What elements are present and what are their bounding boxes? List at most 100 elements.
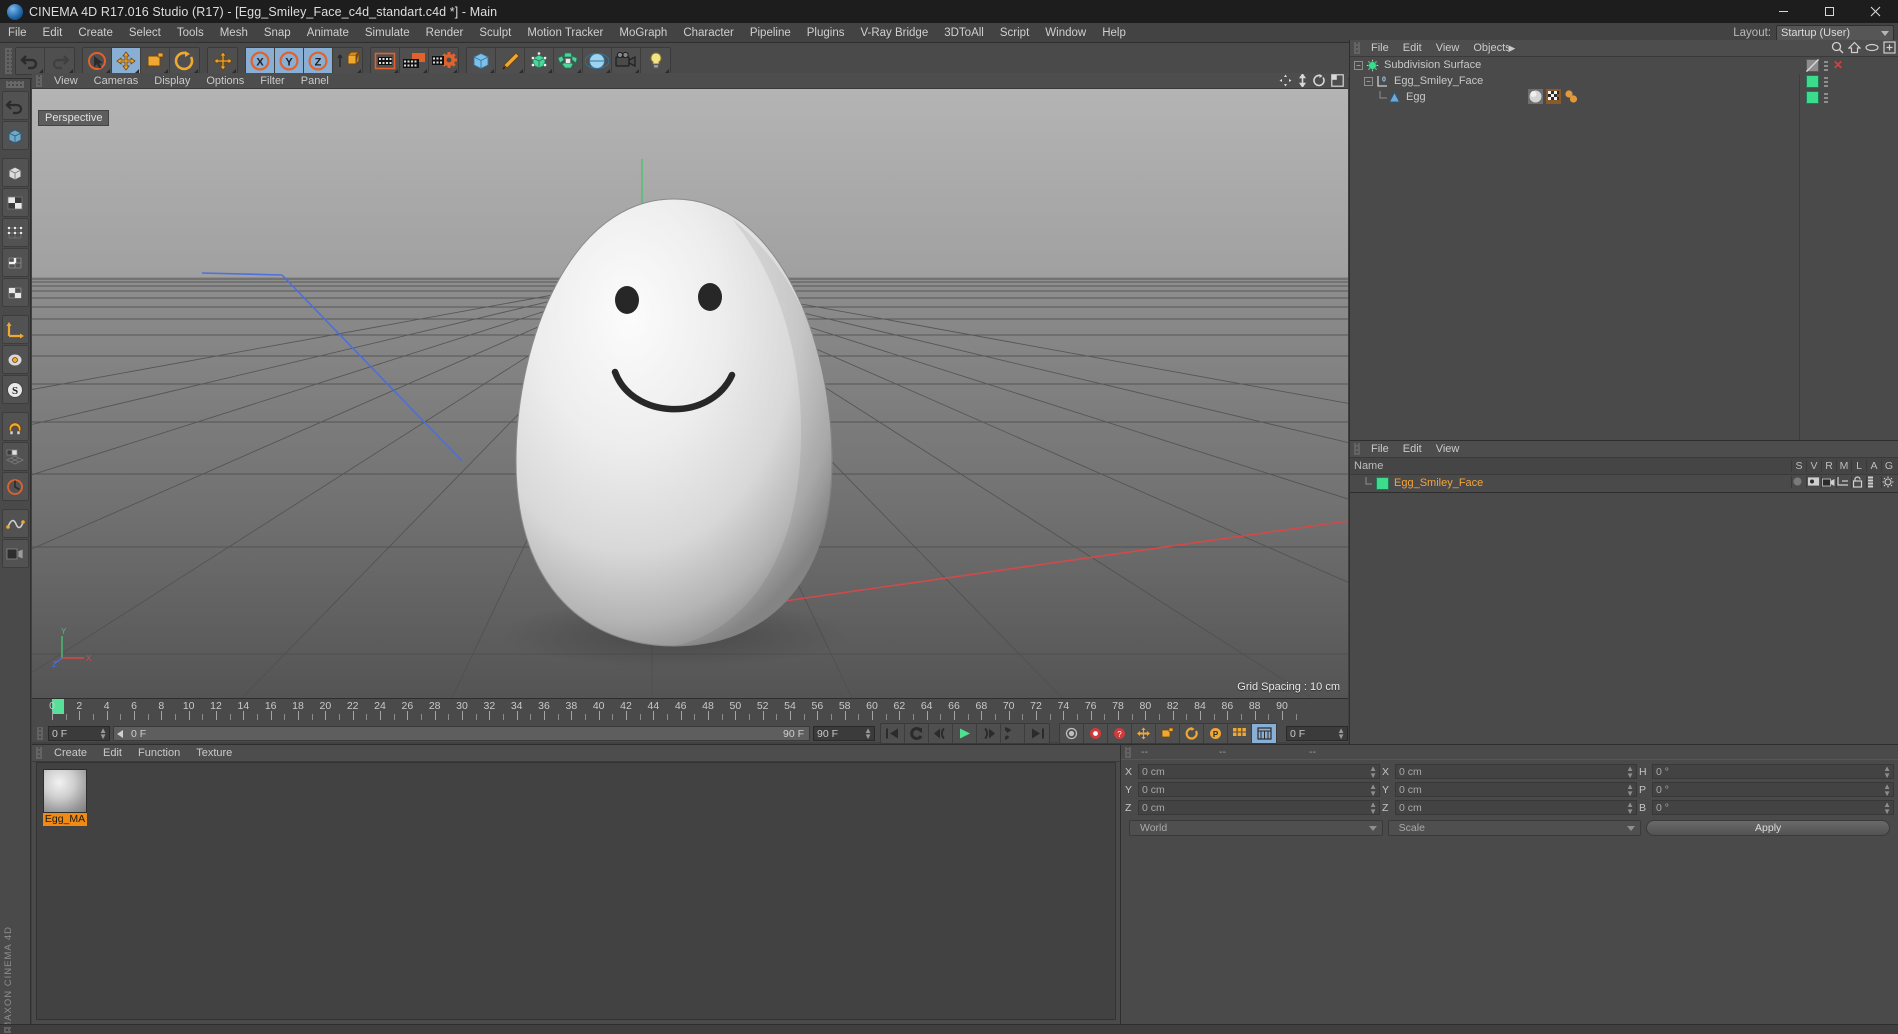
material-menu-texture[interactable]: Texture [188,745,240,762]
viewport-menu-display[interactable]: Display [146,73,198,89]
menu-sculpt[interactable]: Sculpt [471,23,519,43]
menu-pipeline[interactable]: Pipeline [742,23,799,43]
rotation-key-button[interactable] [1180,724,1204,743]
viewport-menu-panel[interactable]: Panel [293,73,337,89]
enable-axis-button[interactable]: S [1,375,29,404]
coordinate-mode-select[interactable]: Scale [1387,820,1642,836]
add-generator-button[interactable] [525,47,554,74]
menu-tools[interactable]: Tools [169,23,212,43]
rotate-tool[interactable] [170,48,199,74]
input-size-x[interactable]: 0 cm ▲ ▼ [1395,764,1637,780]
render-settings-button[interactable] [429,48,458,74]
object-menu-edit[interactable]: Edit [1396,40,1429,57]
menu-snap[interactable]: Snap [256,23,299,43]
menu-render[interactable]: Render [418,23,472,43]
spinner-icon[interactable]: ▲ ▼ [1337,727,1345,741]
autokeying-button[interactable] [1084,724,1108,743]
status-bar-grip[interactable] [4,1027,11,1033]
object-manager-tree[interactable]: − Subdivision Surface ✕ − 0 Egg_Smiley_F… [1350,57,1898,440]
world-object-axis-button[interactable] [333,48,362,74]
coordinates-grip[interactable] [1125,747,1131,758]
make-editable-button[interactable] [1,121,29,150]
lock-icon[interactable] [1851,476,1866,488]
spinner-icon[interactable]: ▲ ▼ [99,727,107,741]
spinner-icon[interactable]: ▲ ▼ [1626,783,1634,798]
visibility-dots-icon[interactable] [1824,75,1828,87]
point-mode-button[interactable] [1,218,29,247]
home-icon[interactable] [1848,41,1861,54]
column-header-g[interactable]: G [1881,460,1896,472]
close-button[interactable] [1852,0,1898,23]
column-header-m[interactable]: M [1836,460,1851,472]
material-tag-icon[interactable] [1528,89,1543,104]
spinner-icon[interactable]: ▲ ▼ [1369,765,1377,780]
input-rotation-b[interactable]: 0 ° ▲ ▼ [1652,800,1894,816]
layout-select[interactable]: Startup (User) [1776,25,1894,41]
spinner-icon[interactable]: ▲ ▼ [1369,801,1377,816]
lock-x-axis-button[interactable]: X [246,47,275,74]
material-item[interactable]: Egg_MA [43,769,87,826]
move-alt-tool[interactable] [208,48,237,74]
move-view-icon[interactable] [1279,74,1292,87]
spinner-icon[interactable]: ▲ ▼ [1883,765,1891,780]
texture-mode-button[interactable] [1,188,29,217]
visibility-dots-icon[interactable] [1824,59,1828,71]
more-menus-arrow-icon[interactable]: ▶ [1508,43,1515,54]
add-camera-button[interactable] [612,47,641,74]
spinner-icon[interactable]: ▲ ▼ [1626,765,1634,780]
add-light-button[interactable] [641,48,670,74]
null-tag-icon[interactable] [1806,58,1819,72]
position-key-button[interactable] [1132,724,1156,743]
workplane-button[interactable] [1,442,29,471]
input-rotation-h[interactable]: 0 ° ▲ ▼ [1652,764,1894,780]
input-position-x[interactable]: 0 cm ▲ ▼ [1138,764,1380,780]
material-menu-function[interactable]: Function [130,745,188,762]
input-position-z[interactable]: 0 cm ▲ ▼ [1138,800,1380,816]
add-spline-button[interactable] [496,47,525,74]
menu-script[interactable]: Script [992,23,1037,43]
eye-icon[interactable] [1865,42,1879,53]
viewport-menu-view[interactable]: View [46,73,86,89]
polygon-mode-button[interactable] [1,278,29,307]
input-size-y[interactable]: 0 cm ▲ ▼ [1395,782,1637,798]
input-position-y[interactable]: 0 cm ▲ ▼ [1138,782,1380,798]
quantize-button[interactable] [1,472,29,501]
animate-layout-button[interactable] [1,509,29,538]
visibility-dots-icon[interactable] [1824,91,1828,103]
viewport-canvas[interactable]: Perspective Grid Spacing : 10 cm Y X Z [32,89,1348,698]
column-header-r[interactable]: R [1821,460,1836,472]
menu-3dtoall[interactable]: 3DToAll [936,23,992,43]
current-frame-field[interactable]: 0 F ▲ ▼ [48,726,110,741]
green-tag-icon[interactable] [1806,90,1819,104]
object-row-subdivision-surface[interactable]: − Subdivision Surface ✕ [1350,57,1898,73]
phong-tag-icon[interactable] [1564,89,1579,104]
delete-tag-icon[interactable]: ✕ [1833,59,1843,71]
render-toggle-icon[interactable] [1821,476,1836,488]
spinner-icon[interactable]: ▲ ▼ [864,727,872,741]
expand-icon[interactable] [1883,41,1896,54]
selection-menu-edit[interactable]: Edit [1396,441,1429,458]
object-menu-file[interactable]: File [1364,40,1396,57]
edge-mode-button[interactable] [1,248,29,277]
spinner-icon[interactable]: ▲ ▼ [1626,801,1634,816]
point-level-animation-button[interactable] [1228,724,1252,743]
coordinate-space-select[interactable]: World [1129,820,1383,836]
search-icon[interactable] [1831,41,1844,54]
green-tag-icon[interactable] [1376,476,1389,490]
uvw-tag-icon[interactable] [1546,89,1561,104]
render-queue-button[interactable] [1,539,29,568]
green-tag-icon[interactable] [1806,74,1819,88]
menu-simulate[interactable]: Simulate [357,23,418,43]
live-selection-tool[interactable] [83,47,112,74]
viewport-menu-cameras[interactable]: Cameras [86,73,147,89]
snap-button[interactable] [1,412,29,441]
render-view-button[interactable] [371,47,400,74]
object-menu-view[interactable]: View [1429,40,1467,57]
menu-plugins[interactable]: Plugins [799,23,853,43]
timeline-grip[interactable] [37,727,43,740]
record-active-objects-button[interactable] [1060,724,1084,743]
go-to-end-button[interactable] [1025,724,1049,743]
play-backwards-button[interactable] [905,724,929,743]
menu-mograph[interactable]: MoGraph [611,23,675,43]
scale-tool[interactable] [141,47,170,74]
